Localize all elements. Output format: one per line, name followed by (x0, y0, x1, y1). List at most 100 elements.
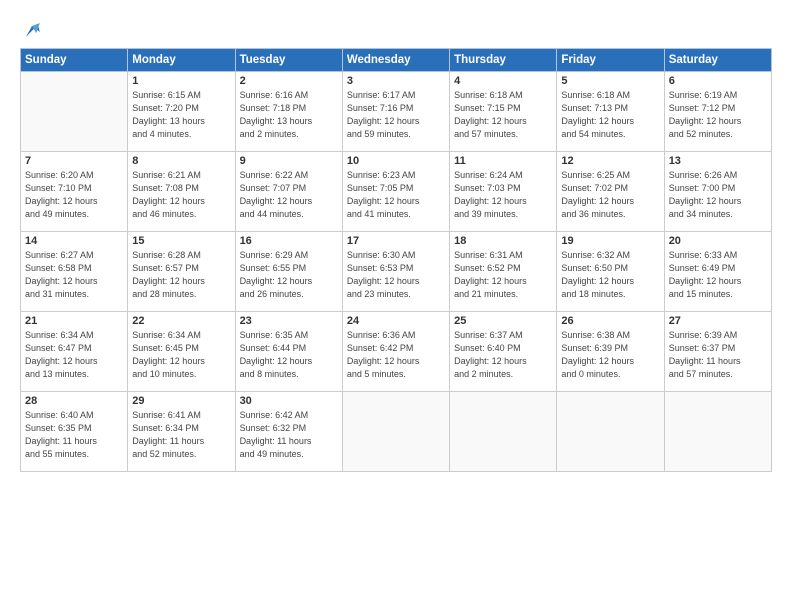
day-number: 5 (561, 75, 659, 87)
day-number: 3 (347, 75, 445, 87)
day-info: Sunrise: 6:35 AMSunset: 6:44 PMDaylight:… (240, 329, 338, 381)
calendar-table: SundayMondayTuesdayWednesdayThursdayFrid… (20, 48, 772, 472)
calendar-week-row: 14 Sunrise: 6:27 AMSunset: 6:58 PMDayligh… (21, 232, 772, 312)
day-number: 2 (240, 75, 338, 87)
calendar-cell: 22 Sunrise: 6:34 AMSunset: 6:45 PMDayligh… (128, 312, 235, 392)
day-number: 19 (561, 235, 659, 247)
day-info: Sunrise: 6:34 AMSunset: 6:45 PMDaylight:… (132, 329, 230, 381)
day-info: Sunrise: 6:38 AMSunset: 6:39 PMDaylight:… (561, 329, 659, 381)
calendar-cell (21, 72, 128, 152)
calendar-cell: 23 Sunrise: 6:35 AMSunset: 6:44 PMDayligh… (235, 312, 342, 392)
weekday-header: Friday (557, 49, 664, 72)
calendar-header-row: SundayMondayTuesdayWednesdayThursdayFrid… (21, 49, 772, 72)
day-number: 30 (240, 395, 338, 407)
calendar-cell: 20Sunrise: 6:33 AMSunset: 6:49 PMDayligh… (664, 232, 771, 312)
day-info: Sunrise: 6:18 AMSunset: 7:13 PMDaylight:… (561, 89, 659, 141)
day-info: Sunrise: 6:17 AMSunset: 7:16 PMDaylight:… (347, 89, 445, 141)
calendar-cell: 21 Sunrise: 6:34 AMSunset: 6:47 PMDayligh… (21, 312, 128, 392)
logo-icon (23, 20, 41, 38)
day-info: Sunrise: 6:21 AMSunset: 7:08 PMDaylight:… (132, 169, 230, 221)
day-number: 20 (669, 235, 767, 247)
day-info: Sunrise: 6:41 AMSunset: 6:34 PMDaylight:… (132, 409, 230, 461)
day-info: Sunrise: 6:26 AMSunset: 7:00 PMDaylight:… (669, 169, 767, 221)
day-number: 21 (25, 315, 123, 327)
day-number: 11 (454, 155, 552, 167)
calendar-cell: 28Sunrise: 6:40 AMSunset: 6:35 PMDayligh… (21, 392, 128, 472)
day-number: 12 (561, 155, 659, 167)
day-number: 1 (132, 75, 230, 87)
day-info: Sunrise: 6:16 AMSunset: 7:18 PMDaylight:… (240, 89, 338, 141)
day-info: Sunrise: 6:22 AMSunset: 7:07 PMDaylight:… (240, 169, 338, 221)
day-info: Sunrise: 6:28 AMSunset: 6:57 PMDaylight:… (132, 249, 230, 301)
day-info: Sunrise: 6:15 AMSunset: 7:20 PMDaylight:… (132, 89, 230, 141)
day-info: Sunrise: 6:32 AMSunset: 6:50 PMDaylight:… (561, 249, 659, 301)
day-number: 7 (25, 155, 123, 167)
day-info: Sunrise: 6:20 AMSunset: 7:10 PMDaylight:… (25, 169, 123, 221)
day-number: 10 (347, 155, 445, 167)
day-number: 26 (561, 315, 659, 327)
calendar-cell: 13 Sunrise: 6:26 AMSunset: 7:00 PMDayligh… (664, 152, 771, 232)
day-info: Sunrise: 6:24 AMSunset: 7:03 PMDaylight:… (454, 169, 552, 221)
calendar-cell (450, 392, 557, 472)
day-number: 9 (240, 155, 338, 167)
calendar-cell: 3 Sunrise: 6:17 AMSunset: 7:16 PMDaylight… (342, 72, 449, 152)
calendar-week-row: 1 Sunrise: 6:15 AMSunset: 7:20 PMDaylight… (21, 72, 772, 152)
calendar-cell: 14 Sunrise: 6:27 AMSunset: 6:58 PMDayligh… (21, 232, 128, 312)
day-info: Sunrise: 6:30 AMSunset: 6:53 PMDaylight:… (347, 249, 445, 301)
calendar-cell: 16 Sunrise: 6:29 AMSunset: 6:55 PMDayligh… (235, 232, 342, 312)
day-number: 25 (454, 315, 552, 327)
day-info: Sunrise: 6:25 AMSunset: 7:02 PMDaylight:… (561, 169, 659, 221)
calendar-cell: 5 Sunrise: 6:18 AMSunset: 7:13 PMDaylight… (557, 72, 664, 152)
calendar-cell: 24 Sunrise: 6:36 AMSunset: 6:42 PMDayligh… (342, 312, 449, 392)
day-number: 14 (25, 235, 123, 247)
calendar-cell: 18 Sunrise: 6:31 AMSunset: 6:52 PMDayligh… (450, 232, 557, 312)
day-info: Sunrise: 6:34 AMSunset: 6:47 PMDaylight:… (25, 329, 123, 381)
day-info: Sunrise: 6:42 AMSunset: 6:32 PMDaylight:… (240, 409, 338, 461)
day-info: Sunrise: 6:31 AMSunset: 6:52 PMDaylight:… (454, 249, 552, 301)
day-info: Sunrise: 6:29 AMSunset: 6:55 PMDaylight:… (240, 249, 338, 301)
calendar-cell (557, 392, 664, 472)
calendar-week-row: 21 Sunrise: 6:34 AMSunset: 6:47 PMDayligh… (21, 312, 772, 392)
calendar-cell: 8 Sunrise: 6:21 AMSunset: 7:08 PMDaylight… (128, 152, 235, 232)
day-info: Sunrise: 6:19 AMSunset: 7:12 PMDaylight:… (669, 89, 767, 141)
day-number: 15 (132, 235, 230, 247)
day-number: 18 (454, 235, 552, 247)
day-number: 28 (25, 395, 123, 407)
logo (20, 18, 41, 38)
day-info: Sunrise: 6:39 AMSunset: 6:37 PMDaylight:… (669, 329, 767, 381)
day-info: Sunrise: 6:23 AMSunset: 7:05 PMDaylight:… (347, 169, 445, 221)
day-number: 6 (669, 75, 767, 87)
day-number: 4 (454, 75, 552, 87)
day-number: 27 (669, 315, 767, 327)
day-info: Sunrise: 6:18 AMSunset: 7:15 PMDaylight:… (454, 89, 552, 141)
calendar-cell: 10 Sunrise: 6:23 AMSunset: 7:05 PMDayligh… (342, 152, 449, 232)
calendar-cell: 11 Sunrise: 6:24 AMSunset: 7:03 PMDayligh… (450, 152, 557, 232)
calendar-cell: 9 Sunrise: 6:22 AMSunset: 7:07 PMDaylight… (235, 152, 342, 232)
weekday-header: Wednesday (342, 49, 449, 72)
day-number: 23 (240, 315, 338, 327)
calendar-cell: 6 Sunrise: 6:19 AMSunset: 7:12 PMDaylight… (664, 72, 771, 152)
day-number: 22 (132, 315, 230, 327)
page-header (20, 18, 772, 38)
calendar-cell: 29Sunrise: 6:41 AMSunset: 6:34 PMDayligh… (128, 392, 235, 472)
day-number: 24 (347, 315, 445, 327)
calendar-cell (664, 392, 771, 472)
weekday-header: Monday (128, 49, 235, 72)
calendar-cell: 26 Sunrise: 6:38 AMSunset: 6:39 PMDayligh… (557, 312, 664, 392)
day-number: 8 (132, 155, 230, 167)
day-number: 17 (347, 235, 445, 247)
calendar-cell: 12 Sunrise: 6:25 AMSunset: 7:02 PMDayligh… (557, 152, 664, 232)
calendar-cell: 30 Sunrise: 6:42 AMSunset: 6:32 PMDayligh… (235, 392, 342, 472)
day-number: 13 (669, 155, 767, 167)
calendar-cell: 17 Sunrise: 6:30 AMSunset: 6:53 PMDayligh… (342, 232, 449, 312)
day-info: Sunrise: 6:37 AMSunset: 6:40 PMDaylight:… (454, 329, 552, 381)
calendar-cell: 2 Sunrise: 6:16 AMSunset: 7:18 PMDaylight… (235, 72, 342, 152)
calendar-week-row: 7 Sunrise: 6:20 AMSunset: 7:10 PMDaylight… (21, 152, 772, 232)
day-number: 16 (240, 235, 338, 247)
calendar-week-row: 28Sunrise: 6:40 AMSunset: 6:35 PMDayligh… (21, 392, 772, 472)
weekday-header: Thursday (450, 49, 557, 72)
weekday-header: Saturday (664, 49, 771, 72)
day-info: Sunrise: 6:27 AMSunset: 6:58 PMDaylight:… (25, 249, 123, 301)
calendar-cell (342, 392, 449, 472)
day-info: Sunrise: 6:36 AMSunset: 6:42 PMDaylight:… (347, 329, 445, 381)
